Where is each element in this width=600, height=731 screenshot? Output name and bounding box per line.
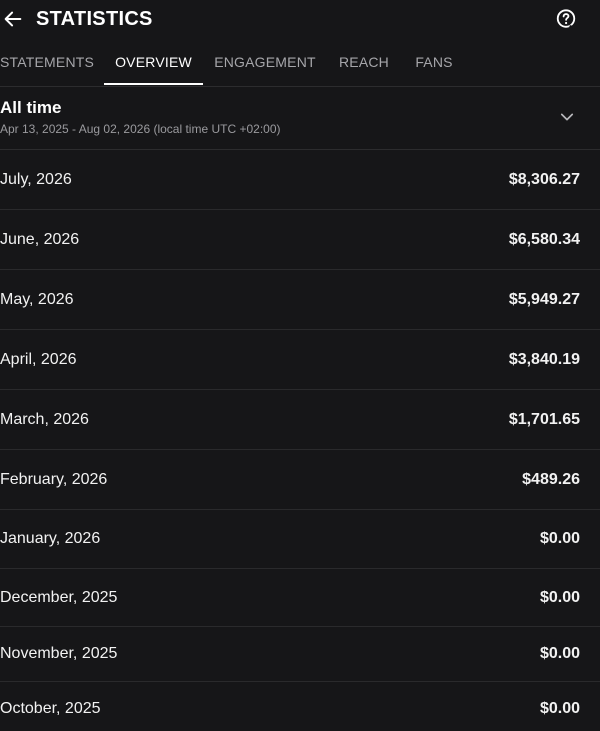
month-label: January, 2026 [0, 530, 101, 547]
list-item[interactable]: June, 2026 $6,580.34 [0, 210, 600, 270]
tab-fans[interactable]: FANS [410, 38, 458, 86]
month-label: April, 2026 [0, 350, 77, 368]
list-item[interactable]: January, 2026 $0.00 [0, 510, 600, 569]
amount-value: $0.00 [539, 700, 580, 717]
list-item[interactable]: November, 2025 $0.00 [0, 627, 600, 682]
month-label: February, 2026 [0, 470, 108, 488]
back-button[interactable] [0, 5, 26, 33]
month-label: November, 2025 [0, 645, 118, 662]
amount-value: $489.26 [522, 470, 580, 488]
list-item[interactable]: December, 2025 $0.00 [0, 569, 600, 627]
month-label: July, 2026 [0, 170, 72, 188]
date-range-title: All time [0, 98, 62, 117]
amount-value: $8,306.27 [508, 170, 580, 188]
amount-value: $5,949.27 [508, 290, 580, 308]
chevron-down-icon [556, 106, 578, 128]
tab-engagement[interactable]: ENGAGEMENT [214, 38, 316, 86]
tab-reach[interactable]: REACH [336, 38, 392, 86]
tab-overview[interactable]: OVERVIEW [104, 38, 203, 86]
tab-bar: STATEMENTS OVERVIEW ENGAGEMENT REACH FAN… [0, 38, 600, 87]
statistics-screen: STATISTICS STATEMENTS OVERVIEW ENGAGEMEN… [0, 0, 600, 731]
amount-value: $0.00 [539, 645, 580, 662]
help-circle-icon [556, 9, 576, 29]
list-item[interactable]: April, 2026 $3,840.19 [0, 330, 600, 390]
list-item[interactable]: May, 2026 $5,949.27 [0, 270, 600, 330]
list-item[interactable]: March, 2026 $1,701.65 [0, 390, 600, 450]
top-bar: STATISTICS [0, 0, 600, 38]
month-label: October, 2025 [0, 700, 101, 717]
arrow-left-icon [4, 11, 22, 27]
amount-value: $3,840.19 [508, 350, 580, 368]
active-tab-indicator [104, 83, 203, 85]
help-button[interactable] [554, 7, 578, 31]
month-label: May, 2026 [0, 290, 74, 308]
month-label: March, 2026 [0, 410, 89, 428]
amount-value: $0.00 [539, 530, 580, 547]
date-range-subtitle: Apr 13, 2025 - Aug 02, 2026 (local time … [0, 122, 281, 136]
tab-statements[interactable]: STATEMENTS [0, 38, 94, 86]
list-item[interactable]: October, 2025 $0.00 [0, 682, 600, 731]
monthly-earnings-list: July, 2026 $8,306.27 June, 2026 $6,580.3… [0, 150, 600, 731]
amount-value: $6,580.34 [508, 230, 580, 248]
month-label: June, 2026 [0, 230, 80, 248]
list-item[interactable]: July, 2026 $8,306.27 [0, 150, 600, 210]
amount-value: $0.00 [539, 588, 580, 606]
month-label: December, 2025 [0, 588, 118, 606]
page-title: STATISTICS [36, 8, 153, 30]
date-range-selector[interactable]: All time Apr 13, 2025 - Aug 02, 2026 (lo… [0, 87, 600, 150]
list-item[interactable]: February, 2026 $489.26 [0, 450, 600, 510]
amount-value: $1,701.65 [508, 410, 580, 428]
